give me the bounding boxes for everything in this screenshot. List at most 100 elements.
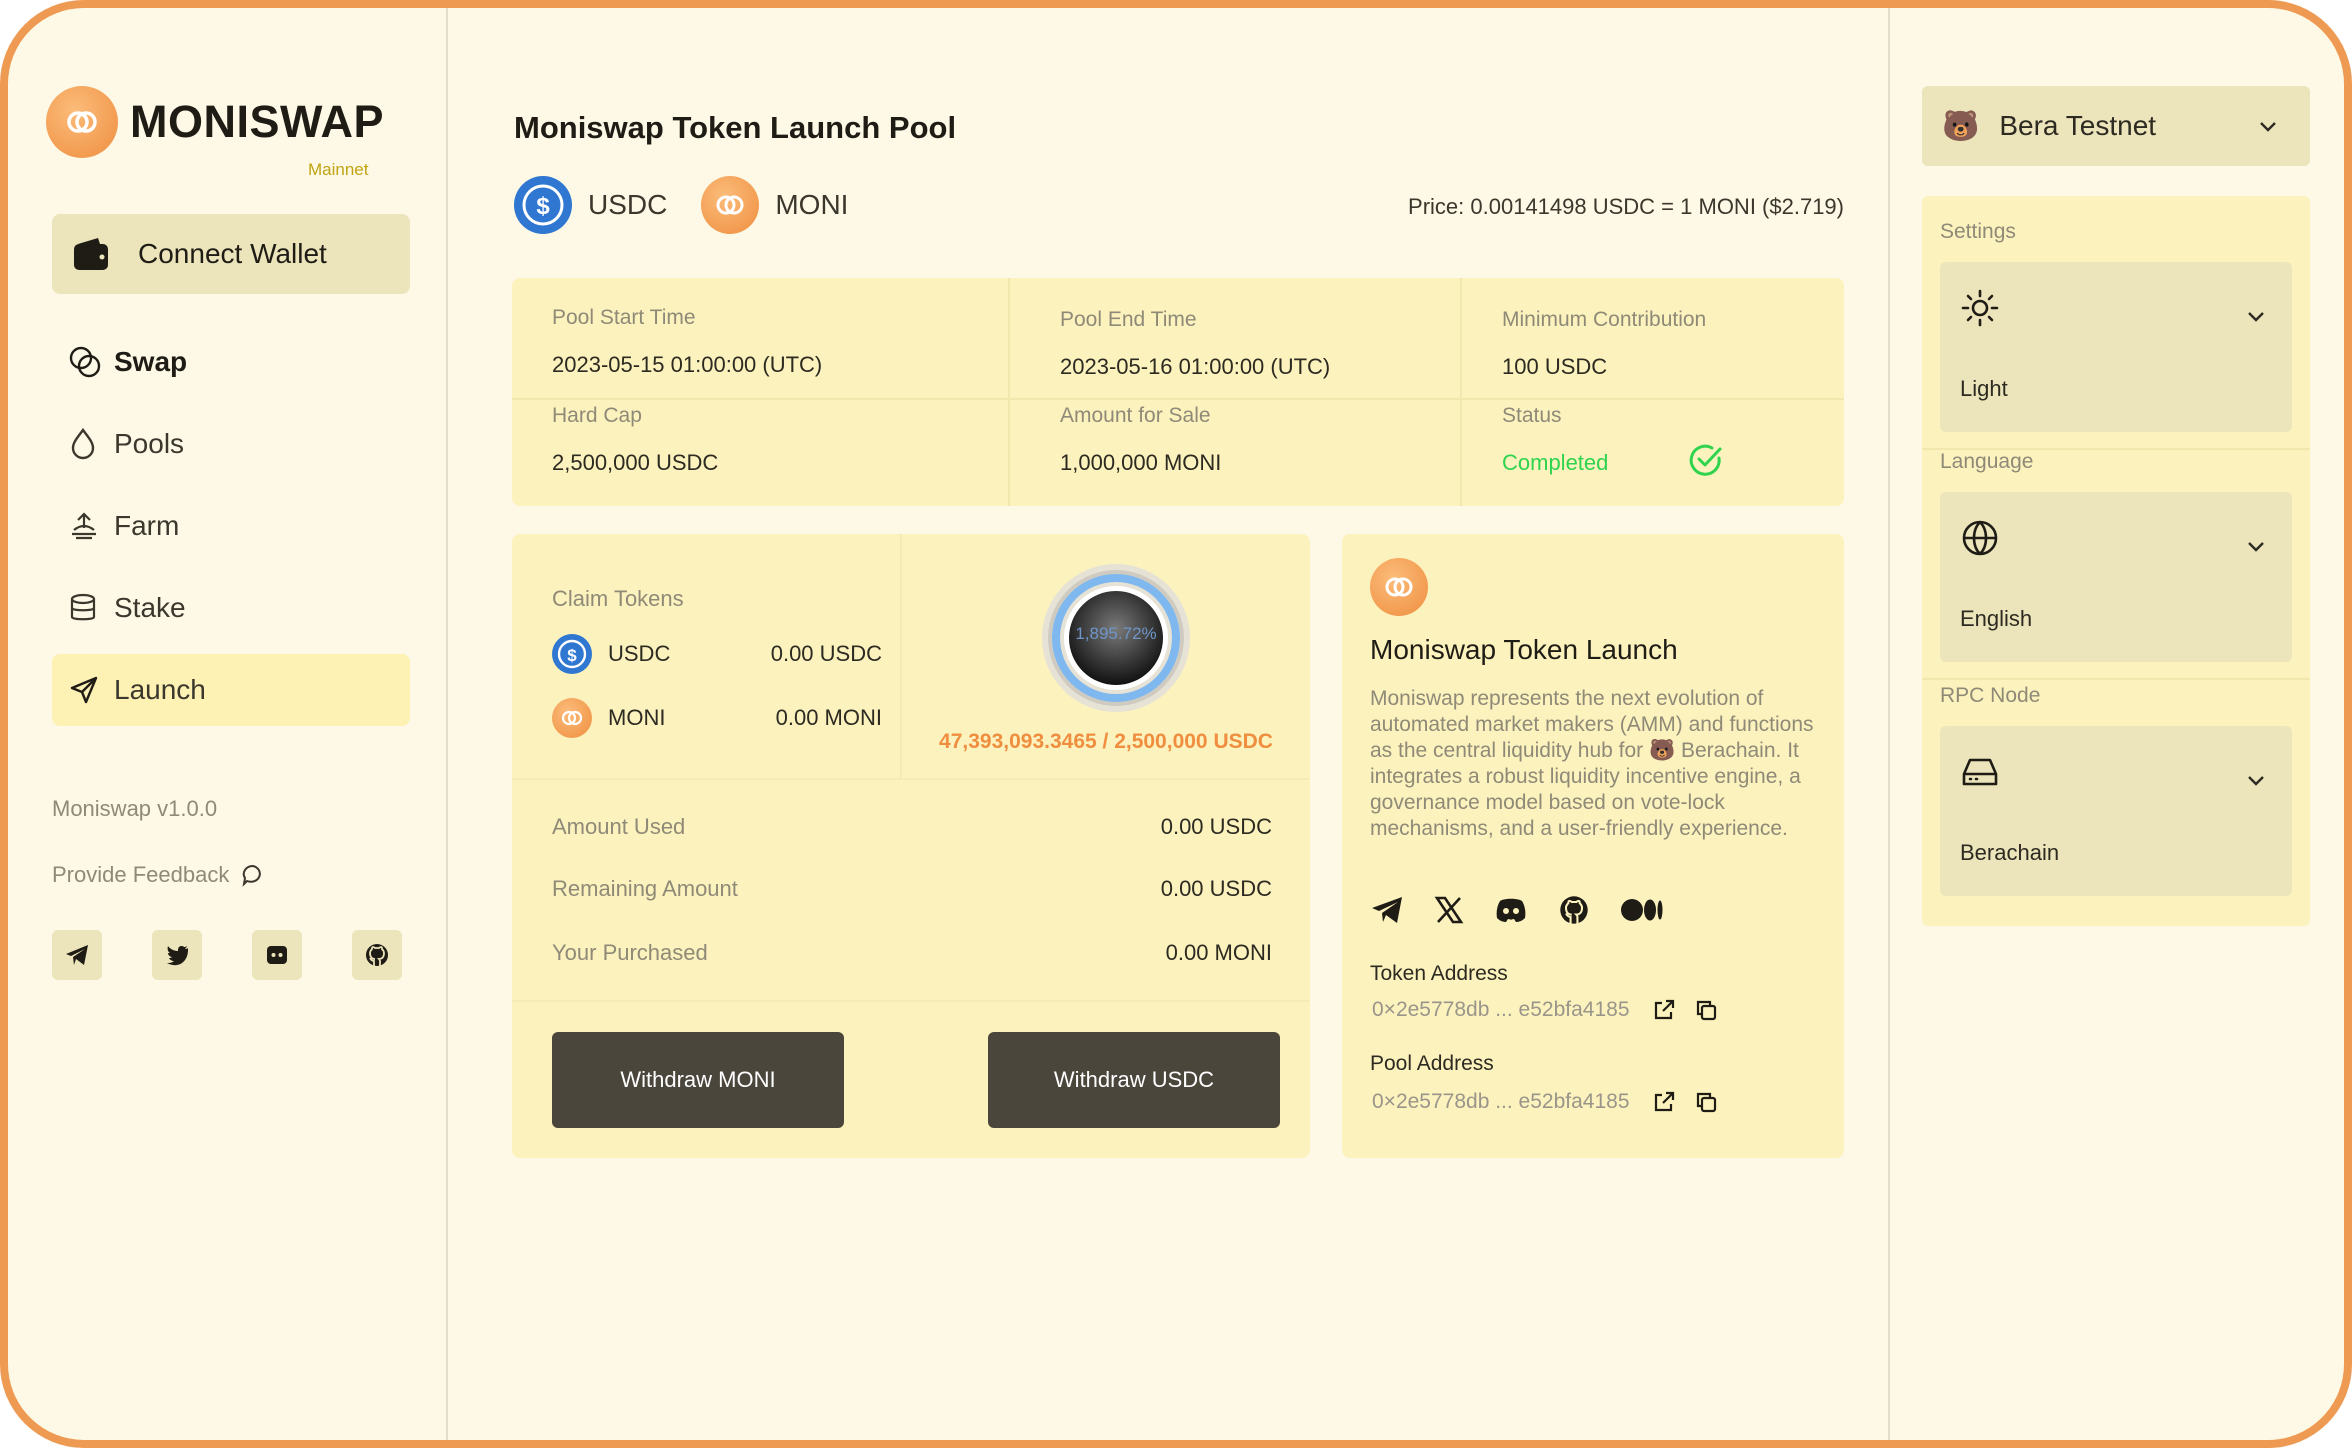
x-icon[interactable] bbox=[1434, 895, 1464, 925]
about-card: Moniswap Token Launch Moniswap represent… bbox=[1342, 534, 1844, 1158]
chat-bubble-icon bbox=[241, 863, 265, 887]
nav-item-stake[interactable]: Stake bbox=[52, 572, 410, 644]
theme-select[interactable]: Light bbox=[1940, 262, 2292, 432]
moni-coin-icon bbox=[552, 698, 592, 738]
network-select-value: Bera Testnet bbox=[1999, 110, 2157, 141]
amount-for-sale-value: 1,000,000 MONI bbox=[1060, 450, 1222, 475]
svg-text:$: $ bbox=[567, 646, 577, 665]
token-address-value: 0×2e5778db ... e52bfa4185 bbox=[1372, 998, 1630, 1021]
chevron-down-icon bbox=[2244, 304, 2268, 328]
brand[interactable]: MONISWAP bbox=[46, 86, 384, 158]
hard-cap-cell: Hard Cap 2,500,000 USDC bbox=[552, 404, 718, 476]
pair-base-label: USDC bbox=[588, 189, 668, 220]
purchased-value: 0.00 MONI bbox=[1165, 940, 1272, 965]
connect-wallet-label: Connect Wallet bbox=[138, 238, 327, 269]
theme-value: Light bbox=[1960, 376, 2008, 401]
pool-address-row: 0×2e5778db ... e52bfa4185 bbox=[1372, 1090, 1718, 1114]
nav-label-stake: Stake bbox=[114, 592, 186, 623]
external-link-icon[interactable] bbox=[1652, 998, 1676, 1022]
moni-coin-icon bbox=[1370, 558, 1428, 616]
github-icon[interactable] bbox=[352, 930, 402, 980]
usdc-coin-icon: $ bbox=[514, 176, 572, 234]
nav-label-launch: Launch bbox=[114, 674, 206, 705]
sun-icon bbox=[1960, 288, 2000, 328]
nav-item-farm[interactable]: Farm bbox=[52, 490, 410, 562]
min-contribution-label: Minimum Contribution bbox=[1502, 308, 1707, 331]
copy-icon[interactable] bbox=[1694, 1090, 1718, 1114]
provide-feedback-link[interactable]: Provide Feedback bbox=[52, 862, 265, 888]
pair-quote-label: MONI bbox=[775, 189, 849, 220]
usdc-coin-icon: $ bbox=[552, 634, 592, 674]
hard-drive-icon bbox=[1960, 752, 2000, 792]
amount-used-label: Amount Used bbox=[552, 814, 686, 839]
price-label: Price: 0.00141498 USDC = 1 MONI ($2.719) bbox=[1408, 194, 1844, 219]
farm-icon bbox=[68, 510, 104, 542]
svg-text:$: $ bbox=[536, 193, 550, 220]
external-link-icon[interactable] bbox=[1652, 1090, 1676, 1114]
discord-icon[interactable] bbox=[252, 930, 302, 980]
hard-cap-value: 2,500,000 USDC bbox=[552, 450, 719, 475]
swap-icon bbox=[68, 345, 104, 379]
moni-coin-icon bbox=[701, 176, 760, 234]
min-contribution-cell: Minimum Contribution 100 USDC bbox=[1502, 308, 1706, 380]
feedback-label: Provide Feedback bbox=[52, 862, 230, 887]
app-frame: MONISWAP Mainnet Connect Wallet Swap Poo… bbox=[0, 0, 2352, 1448]
raised-amount: 47,393,093.3465 / 2,500,000 USDC bbox=[939, 730, 1273, 753]
nav-item-launch[interactable]: Launch bbox=[52, 654, 410, 726]
withdraw-moni-button[interactable]: Withdraw MONI bbox=[552, 1032, 844, 1128]
pool-end-value: 2023-05-16 01:00:00 (UTC) bbox=[1060, 354, 1331, 379]
language-select[interactable]: English bbox=[1940, 492, 2292, 662]
language-label: Language bbox=[1940, 450, 2034, 473]
droplet-icon bbox=[68, 427, 104, 461]
nav-item-pools[interactable]: Pools bbox=[52, 408, 410, 480]
about-description: Moniswap represents the next evolution o… bbox=[1370, 687, 1814, 840]
claim-row-usdc: $ USDC 0.00 USDC bbox=[552, 634, 882, 674]
claim-usdc-name: USDC bbox=[608, 641, 671, 666]
nav-item-swap[interactable]: Swap bbox=[52, 326, 410, 398]
remaining-value: 0.00 USDC bbox=[1160, 876, 1272, 901]
token-pair: $ USDC MONI bbox=[514, 176, 882, 234]
chevron-down-icon bbox=[2256, 114, 2280, 138]
medium-icon[interactable] bbox=[1620, 897, 1664, 923]
amount-for-sale-cell: Amount for Sale 1,000,000 MONI bbox=[1060, 404, 1221, 476]
status-value: Completed bbox=[1502, 450, 1609, 475]
page-title: Moniswap Token Launch Pool bbox=[514, 110, 957, 145]
pool-end-label: Pool End Time bbox=[1060, 308, 1197, 331]
card-divider bbox=[512, 778, 1310, 780]
hard-cap-label: Hard Cap bbox=[552, 404, 642, 427]
telegram-icon[interactable] bbox=[52, 930, 102, 980]
grid-divider bbox=[512, 398, 1844, 400]
copy-icon[interactable] bbox=[1694, 998, 1718, 1022]
globe-icon bbox=[1960, 518, 2000, 558]
withdraw-usdc-button[interactable]: Withdraw USDC bbox=[988, 1032, 1280, 1128]
remaining-label: Remaining Amount bbox=[552, 876, 738, 901]
rpc-node-select[interactable]: Berachain bbox=[1940, 726, 2292, 896]
discord-icon[interactable] bbox=[1494, 896, 1528, 924]
app-version: Moniswap v1.0.0 bbox=[52, 796, 218, 821]
claim-row-moni: MONI 0.00 MONI bbox=[552, 698, 882, 738]
twitter-icon[interactable] bbox=[152, 930, 202, 980]
amount-for-sale-label: Amount for Sale bbox=[1060, 404, 1211, 427]
amount-used-value: 0.00 USDC bbox=[1160, 814, 1272, 839]
main-nav: Swap Pools Farm Stake Launch bbox=[52, 326, 410, 736]
github-icon[interactable] bbox=[1558, 894, 1590, 926]
about-title: Moniswap Token Launch bbox=[1370, 634, 1678, 665]
amount-used-row: Amount Used 0.00 USDC bbox=[552, 814, 1272, 840]
pool-address-value: 0×2e5778db ... e52bfa4185 bbox=[1372, 1090, 1630, 1113]
connect-wallet-button[interactable]: Connect Wallet bbox=[52, 214, 410, 294]
language-value: English bbox=[1960, 606, 2033, 631]
brand-name: MONISWAP bbox=[130, 96, 385, 147]
network-select[interactable]: 🐻 Bera Testnet bbox=[1922, 86, 2310, 166]
moniswap-logo-icon bbox=[46, 86, 118, 158]
nav-label-farm: Farm bbox=[114, 510, 180, 541]
bear-icon: 🐻 bbox=[1942, 109, 1980, 143]
send-icon bbox=[68, 674, 104, 706]
grid-divider bbox=[1008, 278, 1010, 506]
telegram-icon[interactable] bbox=[1370, 895, 1404, 925]
purchased-row: Your Purchased 0.00 MONI bbox=[552, 940, 1272, 966]
pool-start-value: 2023-05-15 01:00:00 (UTC) bbox=[552, 352, 823, 377]
status-cell: Status Completed bbox=[1502, 404, 1608, 476]
panel-divider bbox=[1922, 678, 2310, 680]
database-icon bbox=[68, 592, 104, 624]
chevron-down-icon bbox=[2244, 534, 2268, 558]
